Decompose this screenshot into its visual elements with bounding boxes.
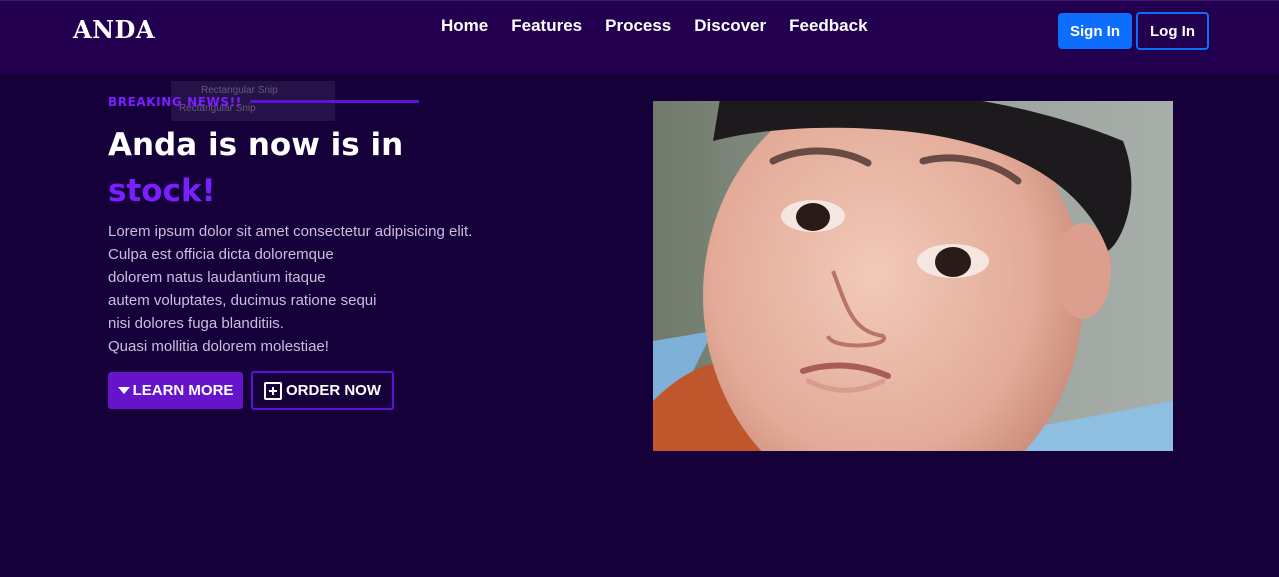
description-line: nisi dolores fuga blanditiis. <box>108 315 284 332</box>
hero-photo <box>653 101 1173 451</box>
portrait-illustration <box>653 101 1173 451</box>
navbar: ANDA Home Features Process Discover Feed… <box>0 0 1279 74</box>
sign-in-button[interactable]: Sign In <box>1058 13 1132 49</box>
headline-main: Anda is now is in <box>108 127 404 163</box>
nav-link-process[interactable]: Process <box>605 14 671 36</box>
order-now-label: ORDER NOW <box>286 382 381 399</box>
brand-logo[interactable]: ANDA <box>73 15 155 44</box>
learn-more-button[interactable]: LEARN MORE <box>108 372 243 409</box>
plus-square-icon <box>264 381 282 400</box>
order-now-button[interactable]: ORDER NOW <box>251 371 394 410</box>
nav-links: Home Features Process Discover Feedback <box>441 14 891 36</box>
description-line: dolorem natus laudantium itaque <box>108 269 326 286</box>
description-line: Lorem ipsum dolor sit amet consectetur a… <box>108 223 473 240</box>
description-line: autem voluptates, ducimus ratione sequi <box>108 292 377 309</box>
log-in-button[interactable]: Log In <box>1136 12 1209 50</box>
nav-link-feedback[interactable]: Feedback <box>789 14 867 36</box>
headline-accent: stock! <box>108 173 216 209</box>
eyebrow-divider <box>250 100 419 103</box>
hero-headline: Anda is now is in stock! <box>108 122 468 214</box>
nav-link-discover[interactable]: Discover <box>694 14 766 36</box>
nav-link-home[interactable]: Home <box>441 14 488 36</box>
nav-link-features[interactable]: Features <box>511 14 582 36</box>
caret-down-icon <box>117 387 130 394</box>
hero-description: Lorem ipsum dolor sit amet consectetur a… <box>108 220 508 358</box>
description-line: Culpa est officia dicta doloremque <box>108 246 334 263</box>
learn-more-label: LEARN MORE <box>132 382 234 399</box>
breaking-news-eyebrow: BREAKING NEWS!! <box>108 95 242 109</box>
description-line: Quasi mollitia dolorem molestiae! <box>108 338 329 355</box>
